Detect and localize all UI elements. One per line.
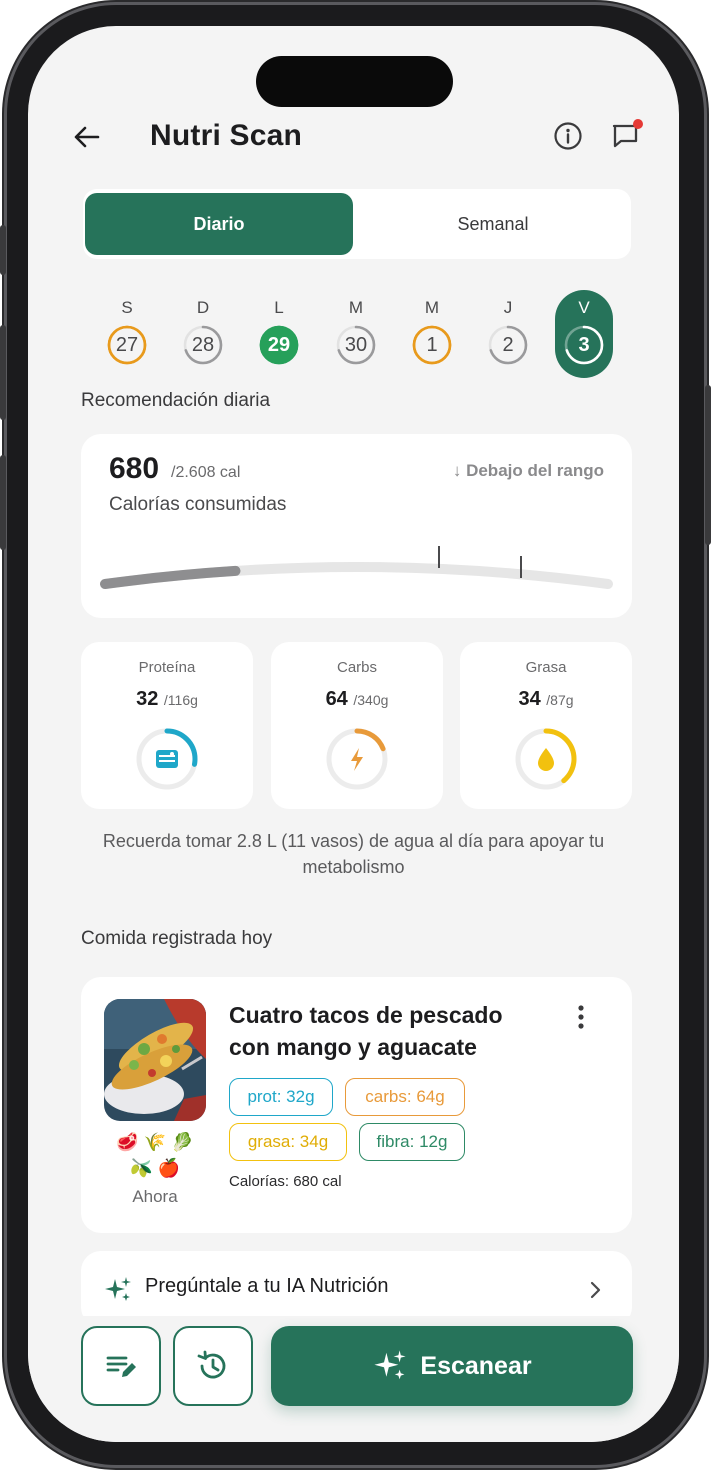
day-4[interactable]: M1 xyxy=(402,296,462,376)
day-number: 27 xyxy=(115,334,139,356)
macro-card-2[interactable]: Grasa 34 /87g xyxy=(460,642,632,809)
app-screen: Nutri Scan Diario Semanal S 27 D 28 L 29 M 30 M 1… xyxy=(28,26,679,1442)
tab-diario[interactable]: Diario xyxy=(85,193,353,255)
macro-amount: 64 xyxy=(325,688,348,710)
edit-list-icon xyxy=(106,1356,136,1377)
day-ring: 29 xyxy=(258,324,300,366)
day-number: 2 xyxy=(502,334,514,356)
meal-card[interactable]: 🥩 🌾 🥬 🫒 🍎 Ahora Cuatro tacos de pescado … xyxy=(81,977,632,1233)
macro-total: /116g xyxy=(163,692,198,708)
day-6[interactable]: V3 xyxy=(554,296,614,376)
daily-section-title: Recomendación diaria xyxy=(81,390,271,411)
manual-entry-button[interactable] xyxy=(81,1326,161,1406)
chevron-right-icon xyxy=(590,1281,601,1299)
day-letter: J xyxy=(503,298,513,317)
day-ring: 30 xyxy=(335,324,377,366)
day-ring: 27 xyxy=(106,324,148,366)
more-vertical-icon xyxy=(578,1005,584,1029)
history-button[interactable] xyxy=(173,1326,253,1406)
bolt-icon xyxy=(351,748,363,771)
day-ring: 2 xyxy=(487,324,529,366)
side-button-mute xyxy=(0,225,6,275)
day-0[interactable]: S 27 xyxy=(97,296,157,376)
tag-carbs: carbs: 64g xyxy=(345,1078,465,1116)
day-1[interactable]: D 28 xyxy=(173,296,233,376)
calories-card: 680 /2.608 cal ↓ Debajo del rango Calorí… xyxy=(81,434,632,618)
meal-time: Ahora xyxy=(132,1187,178,1206)
day-3[interactable]: M 30 xyxy=(326,296,386,376)
scan-label: Escanear xyxy=(420,1351,532,1380)
day-ring: 1 xyxy=(411,324,453,366)
side-button-power xyxy=(705,385,711,545)
macro-ring xyxy=(513,726,579,792)
drop-icon xyxy=(538,748,554,771)
food-group-icons: 🥩 🌾 🥬 🫒 🍎 xyxy=(104,1129,206,1181)
period-tabs: Diario Semanal xyxy=(83,189,631,259)
sparkles-icon xyxy=(374,1350,406,1380)
day-letter: L xyxy=(274,298,284,317)
chat-notification-icon xyxy=(612,119,643,148)
meal-photo xyxy=(104,999,206,1121)
day-5[interactable]: J2 xyxy=(478,296,538,376)
day-letter: M xyxy=(348,298,364,317)
macro-ring xyxy=(134,726,200,792)
info-button[interactable] xyxy=(553,121,583,151)
tab-semanal[interactable]: Semanal xyxy=(357,193,629,255)
meal-calories: Calorías: 680 cal xyxy=(229,1173,342,1190)
day-number: 3 xyxy=(578,334,590,356)
arrow-left-icon xyxy=(74,126,100,148)
day-letter: M xyxy=(424,298,440,317)
protein-icon xyxy=(156,750,178,768)
day-letter: S xyxy=(121,298,133,317)
meal-title: Cuatro tacos de pescado con mango y agua… xyxy=(229,1002,503,1060)
water-reminder: Recuerda tomar 2.8 L (11 vasos) de agua … xyxy=(102,831,605,877)
history-icon xyxy=(197,1350,226,1379)
page-title: Nutri Scan xyxy=(150,119,303,152)
macro-name: Grasa xyxy=(525,659,567,676)
macro-value: 64 /340g xyxy=(271,688,443,711)
calories-progress-bar xyxy=(100,546,613,589)
macro-name: Carbs xyxy=(336,659,377,676)
day-number: 29 xyxy=(267,334,291,356)
ai-nutrition-label: Pregúntale a tu IA Nutrición xyxy=(145,1275,389,1297)
info-icon xyxy=(554,122,582,150)
macro-value: 32 /116g xyxy=(81,688,253,711)
back-button[interactable] xyxy=(72,122,102,152)
side-button-volume-up xyxy=(0,325,6,420)
macro-name: Proteína xyxy=(138,659,196,676)
day-letter: D xyxy=(196,298,210,317)
vegetable-icon: 🥬 xyxy=(171,1132,194,1152)
tag-protein: prot: 32g xyxy=(229,1078,333,1116)
scan-button[interactable]: Escanear xyxy=(271,1326,633,1406)
grain-icon: 🌾 xyxy=(143,1132,167,1152)
fruit-icon: 🍎 xyxy=(157,1158,180,1178)
macro-amount: 32 xyxy=(136,688,159,710)
macro-ring xyxy=(324,726,390,792)
day-letter: V xyxy=(578,298,590,317)
meal-options-button[interactable] xyxy=(571,1003,591,1031)
day-number: 28 xyxy=(191,334,215,356)
macro-card-0[interactable]: Proteína 32 /116g xyxy=(81,642,253,809)
macro-total: /340g xyxy=(353,692,389,708)
day-number: 30 xyxy=(344,334,368,356)
macro-value: 34 /87g xyxy=(460,688,632,711)
sparkles-icon xyxy=(105,1277,131,1301)
tag-fat: grasa: 34g xyxy=(229,1123,347,1161)
tag-fiber: fibra: 12g xyxy=(359,1123,465,1161)
macro-total: /87g xyxy=(546,692,574,708)
day-number: 1 xyxy=(426,334,438,356)
side-button-volume-down xyxy=(0,455,6,550)
messages-button[interactable] xyxy=(611,118,645,152)
day-ring: 3 xyxy=(563,324,605,366)
macro-amount: 34 xyxy=(518,688,541,710)
day-ring: 28 xyxy=(182,324,224,366)
meals-section-title: Comida registrada hoy xyxy=(81,928,273,949)
dynamic-island xyxy=(256,56,453,107)
meat-icon: 🥩 xyxy=(116,1132,139,1152)
day-2[interactable]: L 29 xyxy=(249,296,309,376)
macro-card-1[interactable]: Carbs 64 /340g xyxy=(271,642,443,809)
olive-icon: 🫒 xyxy=(130,1158,153,1178)
